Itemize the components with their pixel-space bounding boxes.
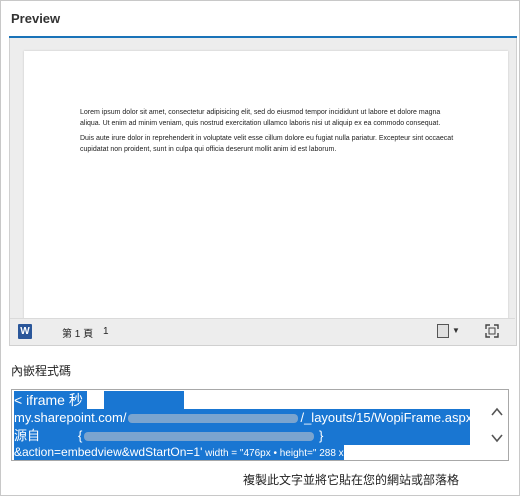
scroll-up-icon[interactable] xyxy=(490,405,504,419)
word-icon[interactable]: W xyxy=(18,324,32,339)
code-line-4: &action=embedview&wdStartOn=1' width = "… xyxy=(14,445,344,460)
page-count: 1 xyxy=(103,326,109,337)
code-line-1: < iframe 秒 xyxy=(14,391,87,409)
fullscreen-icon[interactable] xyxy=(485,324,499,338)
code-line-2: my.sharepoint.com/ /_layouts/15/WopiFrame… xyxy=(14,409,479,427)
embed-code-textarea[interactable]: < iframe 秒 my.sharepoint.com/ /_layouts/1… xyxy=(11,389,509,461)
document-body: Lorem ipsum dolor sit amet, consectetur … xyxy=(80,108,460,160)
redacted-blur xyxy=(128,414,299,424)
code-line-4-size: width = "476px • height=" 288 x xyxy=(202,448,344,459)
redacted-blur xyxy=(84,432,314,441)
selection-fill xyxy=(104,391,184,409)
embed-code-label: 內嵌程式碼 xyxy=(11,364,72,378)
code-line-3-brace-open: { xyxy=(78,428,83,443)
document-paragraph-2: Duis aute irure dolor in reprehenderit i… xyxy=(80,135,454,153)
page-number-label: 第 1 頁 xyxy=(62,329,94,340)
code-line-2-host: my.sharepoint.com/ xyxy=(14,410,127,425)
title-divider xyxy=(9,36,517,38)
view-mode-icon[interactable] xyxy=(437,324,449,338)
chevron-down-icon[interactable]: ▼ xyxy=(452,326,460,335)
document-page[interactable] xyxy=(24,51,508,323)
code-line-2-path: /_layouts/15/WopiFrame.aspx? xyxy=(300,410,480,425)
code-line-3: 源自 { } xyxy=(14,427,470,445)
code-line-4-action: &action=embedview&wdStartOn=1' xyxy=(14,445,203,459)
code-line-3-brace-close: } xyxy=(319,428,324,443)
document-paragraph-1: Lorem ipsum dolor sit amet, consectetur … xyxy=(80,109,441,127)
scroll-down-icon[interactable] xyxy=(490,431,504,445)
copy-hint-text: 複製此文字並將它貼在您的網站或部落格 xyxy=(243,473,460,487)
preview-title: Preview xyxy=(11,11,61,26)
code-line-3-text: 源自 xyxy=(14,428,41,443)
